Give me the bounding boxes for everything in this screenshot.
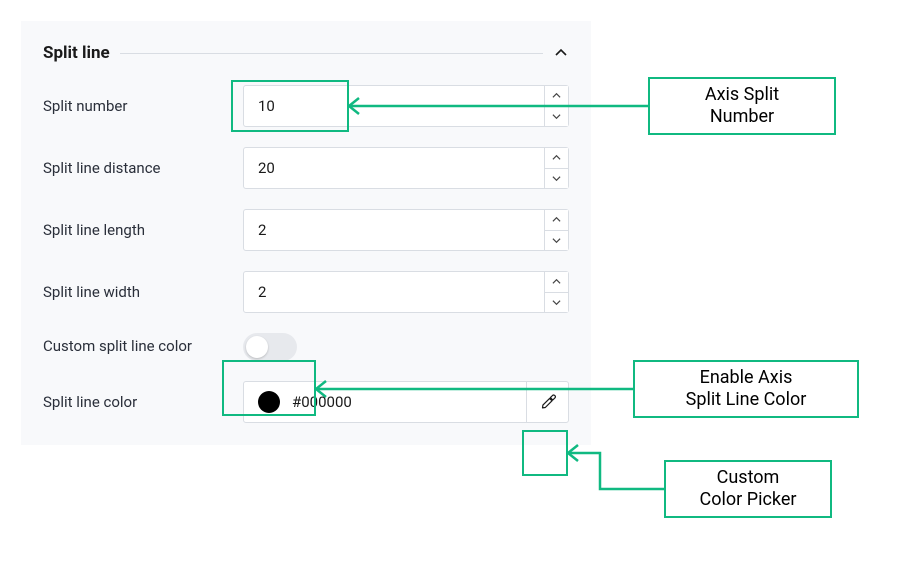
custom-color-toggle[interactable] xyxy=(243,333,297,361)
chevron-down-icon[interactable] xyxy=(545,293,568,313)
chevron-up-icon[interactable] xyxy=(545,86,568,107)
chevron-down-icon[interactable] xyxy=(545,231,568,251)
label-split-length: Split line length xyxy=(43,221,243,239)
section-title: Split line xyxy=(43,43,110,63)
line-color-value: #000000 xyxy=(292,393,526,411)
chevron-up-icon[interactable] xyxy=(553,45,569,61)
split-distance-field[interactable] xyxy=(244,148,544,188)
callout-enable-color: Enable Axis Split Line Color xyxy=(633,360,859,418)
split-length-input[interactable] xyxy=(243,209,569,251)
callout-custom-picker: Custom Color Picker xyxy=(664,460,832,518)
split-width-field[interactable] xyxy=(244,272,544,312)
row-split-distance: Split line distance xyxy=(43,147,569,189)
dropper-icon xyxy=(540,394,556,410)
section-divider xyxy=(120,53,543,54)
row-custom-color: Custom split line color xyxy=(43,333,569,361)
row-line-color: Split line color #000000 xyxy=(43,381,569,423)
split-number-input[interactable] xyxy=(243,85,569,127)
label-split-number: Split number xyxy=(43,97,243,115)
section-header: Split line xyxy=(43,43,569,63)
split-width-input[interactable] xyxy=(243,271,569,313)
toggle-knob xyxy=(246,336,268,358)
split-width-stepper xyxy=(544,272,568,312)
split-line-panel: Split line Split number Split line dista… xyxy=(21,21,591,445)
chevron-up-icon[interactable] xyxy=(545,148,568,169)
color-picker-button[interactable] xyxy=(526,382,568,422)
split-length-stepper xyxy=(544,210,568,250)
chevron-up-icon[interactable] xyxy=(545,210,568,231)
custom-color-control xyxy=(243,333,569,361)
color-swatch xyxy=(258,391,280,413)
split-length-field[interactable] xyxy=(244,210,544,250)
label-split-distance: Split line distance xyxy=(43,159,243,177)
label-split-width: Split line width xyxy=(43,283,243,301)
label-line-color: Split line color xyxy=(43,393,243,411)
split-distance-input[interactable] xyxy=(243,147,569,189)
chevron-down-icon[interactable] xyxy=(545,169,568,189)
row-split-width: Split line width xyxy=(43,271,569,313)
split-number-stepper xyxy=(544,86,568,126)
label-custom-color: Custom split line color xyxy=(43,337,243,357)
chevron-up-icon[interactable] xyxy=(545,272,568,293)
row-split-number: Split number xyxy=(43,85,569,127)
split-number-field[interactable] xyxy=(244,86,544,126)
chevron-down-icon[interactable] xyxy=(545,107,568,127)
line-color-control: #000000 xyxy=(243,381,569,423)
split-distance-stepper xyxy=(544,148,568,188)
row-split-length: Split line length xyxy=(43,209,569,251)
callout-axis-split-number: Axis Split Number xyxy=(648,77,836,135)
